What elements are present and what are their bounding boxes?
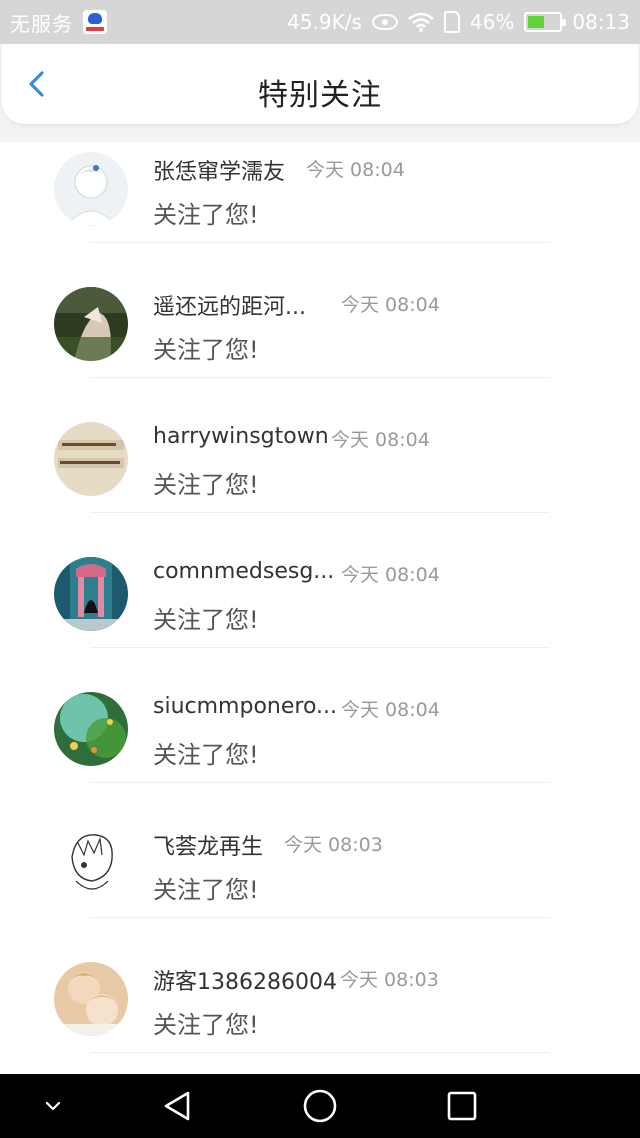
- back-triangle-icon[interactable]: [160, 1088, 196, 1124]
- follow-time: 今天 08:04: [341, 699, 440, 721]
- follow-time: 今天 08:04: [331, 429, 430, 451]
- list-item[interactable]: 游客1386286004 今天 08:03 关注了您!: [0, 952, 640, 1074]
- follow-message: 关注了您!: [153, 201, 259, 229]
- follow-time: 今天 08:03: [284, 834, 383, 856]
- user-name: siucmmponero...: [153, 694, 337, 719]
- divider: [90, 512, 550, 513]
- follow-message: 关注了您!: [153, 876, 259, 904]
- list-item[interactable]: 飞荟龙再生 今天 08:03 关注了您!: [0, 817, 640, 952]
- eye-icon: [371, 14, 398, 30]
- divider: [90, 782, 550, 783]
- app-header: 特别关注: [0, 44, 640, 142]
- list-item[interactable]: harrywinsgtown 今天 08:04 关注了您!: [0, 412, 640, 547]
- system-nav-bar: [0, 1074, 640, 1138]
- follow-message: 关注了您!: [153, 741, 259, 769]
- header-card: 特别关注: [2, 44, 638, 124]
- divider: [90, 917, 550, 918]
- follow-message: 关注了您!: [153, 471, 259, 499]
- recent-square-icon[interactable]: [446, 1090, 478, 1122]
- divider: [90, 647, 550, 648]
- follow-time: 今天 08:04: [341, 564, 440, 586]
- carrier-text: 无服务: [10, 11, 73, 36]
- follow-time: 今天 08:04: [341, 294, 440, 316]
- wifi-icon: [408, 12, 434, 32]
- avatar[interactable]: [54, 962, 128, 1036]
- follow-message: 关注了您!: [153, 1011, 259, 1039]
- list-item[interactable]: comnmedsesg... 今天 08:04 关注了您!: [0, 547, 640, 682]
- user-name: comnmedsesg...: [153, 559, 335, 584]
- avatar[interactable]: [54, 692, 128, 766]
- divider: [90, 1052, 550, 1053]
- battery-percent: 46%: [469, 10, 515, 34]
- list-item[interactable]: siucmmponero... 今天 08:04 关注了您!: [0, 682, 640, 817]
- home-circle-icon[interactable]: [302, 1088, 338, 1124]
- status-left: 无服务: [0, 8, 107, 37]
- list-item[interactable]: 遥还远的距河... 今天 08:04 关注了您!: [0, 277, 640, 412]
- user-name: 游客1386286004: [153, 970, 337, 995]
- hide-icon[interactable]: [42, 1096, 64, 1116]
- divider: [90, 377, 550, 378]
- divider: [90, 242, 550, 243]
- follow-message: 关注了您!: [153, 336, 259, 364]
- page-title: 特别关注: [258, 78, 382, 113]
- follow-time: 今天 08:04: [306, 159, 405, 181]
- battery-icon: [524, 12, 567, 32]
- avatar[interactable]: [54, 557, 128, 631]
- follow-time: 今天 08:03: [340, 969, 439, 991]
- user-name: 飞荟龙再生: [153, 835, 264, 860]
- battery-fill: [528, 16, 544, 28]
- special-follow-list: 张恁窜学濡友 今天 08:04 关注了您! 遥还远的距河... 今天 08:04…: [0, 142, 640, 1074]
- status-bar: 无服务 45.9K/s 46% 08:13: [0, 0, 640, 44]
- avatar[interactable]: [54, 152, 128, 226]
- clock: 08:13: [572, 10, 630, 34]
- sim-icon: [443, 11, 460, 33]
- user-name: 遥还远的距河...: [153, 295, 306, 320]
- user-name: harrywinsgtown: [153, 424, 329, 449]
- avatar[interactable]: [54, 422, 128, 496]
- network-speed: 45.9K/s: [287, 10, 362, 34]
- list-item[interactable]: 张恁窜学濡友 今天 08:04 关注了您!: [0, 142, 640, 277]
- user-name: 张恁窜学濡友: [153, 160, 286, 185]
- avatar[interactable]: [54, 827, 128, 901]
- follow-message: 关注了您!: [153, 606, 259, 634]
- avatar[interactable]: [54, 287, 128, 361]
- status-right: 45.9K/s 46% 08:13: [287, 10, 640, 34]
- baidu-icon: [83, 10, 107, 34]
